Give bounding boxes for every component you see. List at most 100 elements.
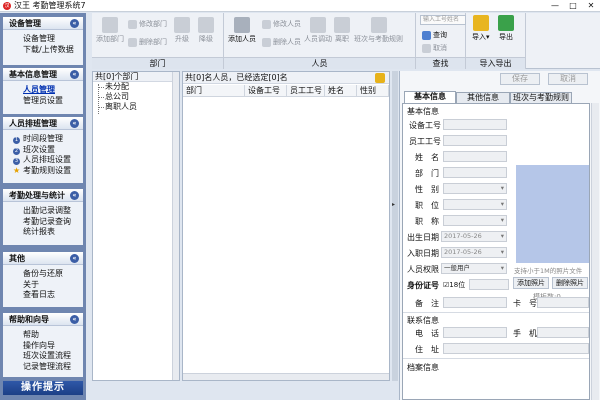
sidebar-section-header[interactable]: 帮助和向导 « bbox=[3, 313, 83, 326]
panel-splitter[interactable]: ▸ bbox=[392, 71, 398, 381]
minimize-button[interactable]: — bbox=[546, 0, 564, 12]
sidebar-item-shift-settings[interactable]: 2 班次设置 bbox=[3, 145, 83, 156]
resign-button[interactable]: 离职 bbox=[334, 17, 350, 44]
column-header-gender[interactable]: 性别 bbox=[357, 85, 389, 97]
toolbar: 添加部门 修改部门 删除部门 升级 降级 部门 添加人员 修改人员 删除人员 人… bbox=[92, 13, 600, 69]
maximize-button[interactable]: □ bbox=[564, 0, 582, 12]
button-label: 修改部门 bbox=[139, 20, 167, 28]
query-button[interactable]: 查询 bbox=[422, 30, 447, 40]
address-field[interactable] bbox=[443, 343, 589, 354]
edit-person-button[interactable]: 修改人员 bbox=[262, 19, 301, 29]
tree-node-head-office[interactable]: 总公司 bbox=[93, 92, 179, 102]
sidebar-section-attendance: 考勤处理与统计 « 出勤记录调整 考勤记录查询 统计报表 bbox=[3, 189, 83, 245]
tree-node-resigned[interactable]: 离职人员 bbox=[93, 102, 179, 112]
column-header-emp-no[interactable]: 员工工号 bbox=[287, 85, 325, 97]
column-header-device-no[interactable]: 设备工号 bbox=[245, 85, 287, 97]
sidebar-item-person-schedule[interactable]: 3 人员排班设置 bbox=[3, 155, 83, 166]
remark-field[interactable] bbox=[443, 297, 507, 308]
sidebar-item-attendance-rules[interactable]: ★ 考勤规则设置 bbox=[3, 166, 83, 177]
label-gender: 性 别 bbox=[415, 185, 439, 194]
card-no-field[interactable] bbox=[537, 297, 589, 308]
sidebar-item-reports[interactable]: 统计报表 bbox=[3, 227, 83, 238]
title-select[interactable] bbox=[443, 215, 507, 226]
phone-field[interactable] bbox=[443, 327, 507, 338]
basic-info-form: 基本信息 设备工号 员工工号 姓 名 部 门 性 别 职 位 职 称 出生日期 … bbox=[402, 103, 590, 400]
position-select[interactable] bbox=[443, 199, 507, 210]
sidebar-item-backup-restore[interactable]: 备份与还原 bbox=[3, 269, 83, 280]
dept-field[interactable] bbox=[443, 167, 507, 178]
name-field[interactable] bbox=[443, 151, 507, 162]
sidebar-item-device-manage[interactable]: 设备管理 bbox=[3, 34, 83, 45]
divider bbox=[403, 312, 589, 313]
collapse-icon[interactable]: « bbox=[70, 254, 79, 263]
edit-dept-button[interactable]: 修改部门 bbox=[128, 19, 167, 29]
emp-no-field[interactable] bbox=[443, 135, 507, 146]
sidebar-item-view-log[interactable]: 查看日志 bbox=[3, 290, 83, 301]
sidebar-item-time-period[interactable]: 1 时间段管理 bbox=[3, 134, 83, 145]
button-label: 修改人员 bbox=[273, 20, 301, 28]
sidebar-item-record-flow[interactable]: 记录管理流程 bbox=[3, 362, 83, 373]
detail-scrollbar[interactable] bbox=[591, 103, 599, 400]
tree-node-unassigned[interactable]: 未分配 bbox=[93, 82, 179, 92]
sidebar-item-record-query[interactable]: 考勤记录查询 bbox=[3, 217, 83, 228]
step-1-icon: 1 bbox=[13, 137, 20, 144]
add-dept-button[interactable]: 添加部门 bbox=[96, 17, 124, 44]
sidebar-section-header[interactable]: 其他 « bbox=[3, 252, 83, 265]
birth-date-picker[interactable]: 2017-05-26 bbox=[441, 231, 507, 242]
id-card-field[interactable] bbox=[469, 279, 509, 290]
upgrade-button[interactable]: 升级 bbox=[174, 17, 190, 44]
column-header-name[interactable]: 姓名 bbox=[325, 85, 357, 97]
entry-date-picker[interactable]: 2017-05-26 bbox=[441, 247, 507, 258]
downgrade-button[interactable]: 降级 bbox=[198, 17, 214, 44]
grid-scrollbar[interactable] bbox=[183, 373, 389, 380]
label-entry-date: 入职日期 bbox=[407, 249, 439, 258]
operation-tips-button[interactable]: 操作提示 bbox=[3, 381, 83, 395]
label-birth-date: 出生日期 bbox=[407, 233, 439, 242]
device-no-field[interactable] bbox=[443, 119, 507, 130]
sidebar-item-record-adjust[interactable]: 出勤记录调整 bbox=[3, 206, 83, 217]
sidebar-section-header[interactable]: 考勤处理与统计 « bbox=[3, 189, 83, 202]
transfer-person-button[interactable]: 人员调动 bbox=[304, 17, 332, 44]
sidebar-item-person-manage[interactable]: 人员管理 bbox=[3, 85, 83, 96]
delete-photo-button[interactable]: 删除照片 bbox=[552, 277, 588, 289]
photo-icon[interactable] bbox=[375, 73, 385, 83]
tree-scrollbar[interactable] bbox=[172, 72, 179, 380]
cancel-button[interactable]: 取消 bbox=[548, 73, 588, 85]
shift-rules-button[interactable]: 班次与考勤规则 bbox=[354, 17, 403, 44]
sidebar-section-header[interactable]: 人员排班管理 « bbox=[3, 117, 83, 130]
tab-shift-rules[interactable]: 班次与考勤规则 bbox=[510, 92, 572, 103]
close-button[interactable]: ✕ bbox=[582, 0, 600, 12]
sidebar-item-help[interactable]: 帮助 bbox=[3, 330, 83, 341]
sidebar-section-header[interactable]: 基本信息管理 « bbox=[3, 68, 83, 81]
tab-other-info[interactable]: 其他信息 bbox=[456, 92, 510, 103]
delete-person-button[interactable]: 删除人员 bbox=[262, 37, 301, 47]
collapse-icon[interactable]: « bbox=[70, 70, 79, 79]
permission-select[interactable]: 一般用户 bbox=[441, 263, 507, 274]
id-18-checkbox[interactable]: ☑18位 bbox=[443, 280, 465, 290]
tab-basic-info[interactable]: 基本信息 bbox=[404, 91, 456, 103]
sidebar-section-header[interactable]: 设备管理 « bbox=[3, 17, 83, 30]
sidebar-item-about[interactable]: 关于 bbox=[3, 280, 83, 291]
sidebar-item-wizard[interactable]: 操作向导 bbox=[3, 341, 83, 352]
export-button[interactable]: 导出 bbox=[498, 15, 514, 42]
sidebar-item-shift-flow[interactable]: 班次设置流程 bbox=[3, 351, 83, 362]
collapse-icon[interactable]: « bbox=[70, 191, 79, 200]
column-header-dept[interactable]: 部门 bbox=[183, 85, 245, 97]
button-label: 导入 bbox=[472, 33, 486, 41]
gender-select[interactable] bbox=[443, 183, 507, 194]
delete-dept-button[interactable]: 删除部门 bbox=[128, 37, 167, 47]
add-person-button[interactable]: 添加人员 bbox=[228, 17, 256, 44]
add-photo-button[interactable]: 添加照片 bbox=[513, 277, 549, 289]
search-input[interactable]: 输入工号姓名 bbox=[420, 15, 466, 25]
save-button[interactable]: 保存 bbox=[500, 73, 540, 85]
delete-icon bbox=[128, 37, 137, 47]
label-position: 职 位 bbox=[415, 201, 439, 210]
cancel-search-button[interactable]: 取消 bbox=[422, 43, 447, 53]
import-button[interactable]: 导入▾ bbox=[472, 15, 490, 42]
collapse-icon[interactable]: « bbox=[70, 315, 79, 324]
collapse-icon[interactable]: « bbox=[70, 119, 79, 128]
sidebar-item-admin-settings[interactable]: 管理员设置 bbox=[3, 96, 83, 107]
sidebar-item-download-upload[interactable]: 下载/上传数据 bbox=[3, 45, 83, 56]
collapse-icon[interactable]: « bbox=[70, 19, 79, 28]
mobile-field[interactable] bbox=[537, 327, 589, 338]
